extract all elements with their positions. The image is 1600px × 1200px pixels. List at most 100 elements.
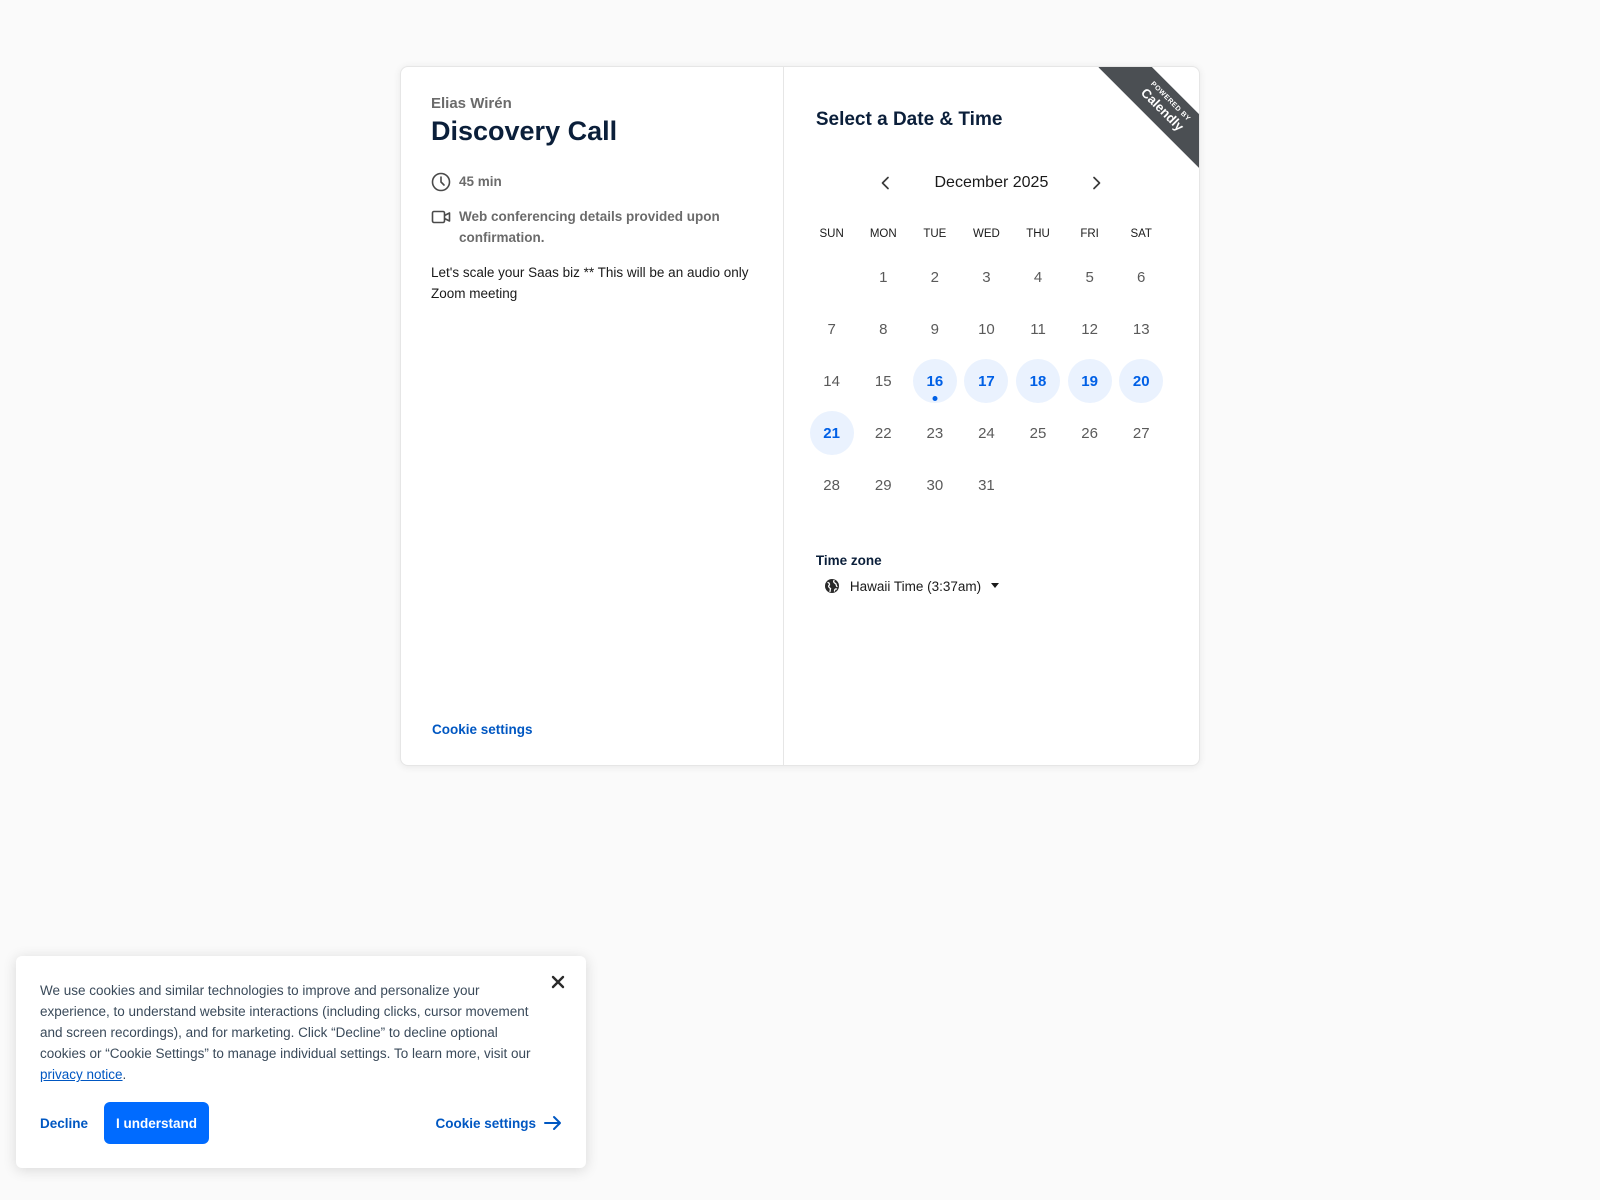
calendar-day-cell: 1 (857, 251, 909, 303)
cookie-actions: Decline I understand Cookie settings (40, 1102, 562, 1144)
timezone-value: Hawaii Time (3:37am) (849, 578, 982, 594)
unavailable-day: 6 (1137, 268, 1146, 286)
calendar-grid: SUN MON TUE WED THU FRI SAT 1 2 3 4 5 6 7 8 9 10 11 12 13 1… (806, 225, 1167, 511)
weekday-label: FRI (1080, 228, 1099, 240)
decline-button[interactable]: Decline (40, 1116, 88, 1131)
unavailable-day: 3 (982, 268, 991, 286)
calendar-day-cell: 16 (909, 355, 961, 407)
calendar-day-cell: 25 (1012, 407, 1064, 459)
available-day-button[interactable]: 20 (1119, 359, 1164, 403)
cookie-banner: We use cookies and similar technologies … (16, 956, 586, 1168)
calendar-day-cell: 31 (961, 459, 1013, 511)
unavailable-day: 10 (978, 320, 995, 338)
today-indicator (932, 396, 938, 401)
calendar-day-cell: 10 (961, 303, 1013, 355)
timezone-label: Time zone (815, 553, 882, 568)
cookie-settings-link[interactable]: Cookie settings (432, 722, 533, 737)
calendar-day-cell: 21 (806, 407, 858, 459)
duration-row: 45 min (431, 171, 753, 192)
calendar-empty-cell (806, 251, 858, 303)
conferencing-text: Web conferencing details provided upon c… (459, 209, 720, 245)
caret-down-icon (991, 583, 1000, 588)
unavailable-day: 14 (823, 372, 840, 390)
calendar-day-cell: 23 (909, 407, 961, 459)
calendar-day-cell: 2 (909, 251, 961, 303)
calendar-day-cell: 22 (857, 407, 909, 459)
calendar-day-cell: 24 (961, 407, 1013, 459)
calendar-day-cell: 8 (857, 303, 909, 355)
unavailable-day: 11 (1030, 320, 1046, 338)
calendar-day-cell: 4 (1012, 251, 1064, 303)
weekday-label: WED (973, 228, 1000, 240)
unavailable-day: 23 (926, 424, 944, 442)
privacy-notice-link[interactable]: privacy notice (40, 1067, 123, 1082)
chevron-right-icon (1093, 176, 1101, 190)
calendar-day-cell: 15 (857, 355, 909, 407)
unavailable-day: 1 (879, 268, 888, 286)
unavailable-day: 12 (1081, 320, 1098, 338)
calendar-day-cell: 30 (909, 459, 961, 511)
month-navigation: December 2025 (816, 169, 1167, 197)
date-time-panel: Select a Date & Time December 2025 SUN MO… (784, 67, 1199, 765)
globe-icon (824, 579, 839, 593)
calendar-day-cell: 28 (806, 459, 858, 511)
powered-by-calendly-badge[interactable]: POWERED BY Calendly (1096, 67, 1199, 170)
available-day-button[interactable]: 18 (1016, 359, 1061, 403)
calendar-empty-cell (1012, 459, 1064, 511)
calendar-day-cell: 7 (806, 303, 858, 355)
calendar-week: 1 2 3 4 5 6 (806, 251, 1167, 303)
cookie-message-end: . (122, 1067, 127, 1082)
i-understand-button[interactable]: I understand (104, 1102, 210, 1144)
unavailable-day: 29 (874, 476, 892, 494)
calendar-day-cell: 19 (1064, 355, 1116, 407)
host-name: Elias Wirén (431, 95, 512, 112)
weekday-label: SUN (819, 228, 844, 240)
unavailable-day: 25 (1029, 424, 1047, 442)
unavailable-day: 8 (879, 320, 888, 338)
timezone-selector[interactable]: Hawaii Time (3:37am) (824, 578, 1167, 594)
clock-icon (431, 172, 451, 192)
cookie-settings-label: Cookie settings (435, 1115, 536, 1131)
calendar-week: 14 15 16 17 18 19 20 (806, 355, 1167, 407)
cookie-message-text: We use cookies and similar technologies … (40, 983, 531, 1061)
calendar-day-cell: 20 (1115, 355, 1167, 407)
available-day-button[interactable]: 17 (964, 359, 1009, 403)
cookie-settings-button[interactable]: Cookie settings (435, 1115, 562, 1131)
available-day-button[interactable]: 21 (809, 411, 854, 455)
weekday-label: SAT (1130, 228, 1152, 240)
weekday-label: THU (1026, 228, 1050, 240)
calendar-empty-cell (1115, 459, 1167, 511)
weekday-header: SUN MON TUE WED THU FRI SAT (806, 225, 1167, 243)
calendar-day-cell: 14 (806, 355, 858, 407)
calendar-day-cell: 17 (961, 355, 1013, 407)
event-title: Discovery Call (431, 116, 618, 146)
calendar-empty-cell (1064, 459, 1116, 511)
video-camera-icon (431, 210, 451, 224)
unavailable-day: 4 (1033, 268, 1043, 286)
unavailable-day: 15 (874, 372, 892, 390)
booking-card: Elias Wirén Discovery Call 45 min Web co… (400, 66, 1200, 766)
calendar-day-cell: 11 (1012, 303, 1064, 355)
calendar-week: 21 22 23 24 25 26 27 (806, 407, 1167, 459)
event-description: Let's scale your Saas biz ** This will b… (431, 265, 749, 301)
unavailable-day: 9 (930, 320, 939, 338)
conferencing-row: Web conferencing details provided upon c… (431, 206, 753, 248)
previous-month-button[interactable] (872, 169, 900, 197)
unavailable-day: 22 (874, 424, 892, 442)
calendar-day-cell: 5 (1064, 251, 1116, 303)
calendar-days: 1 2 3 4 5 6 7 8 9 10 11 12 13 14 15 16 17 18 19 20 21 22 23 24 2… (806, 251, 1167, 511)
arrow-right-icon (544, 1116, 561, 1130)
duration-text: 45 min (459, 174, 502, 189)
unavailable-day: 24 (978, 424, 995, 442)
weekday-label: MON (869, 228, 897, 240)
calendar-day-cell: 27 (1115, 407, 1167, 459)
close-cookie-banner-button[interactable] (548, 972, 568, 992)
unavailable-day: 2 (930, 268, 939, 286)
calendar-day-cell: 29 (857, 459, 909, 511)
cookie-message: We use cookies and similar technologies … (40, 980, 546, 1085)
calendar-day-cell: 3 (961, 251, 1013, 303)
next-month-button[interactable] (1082, 169, 1110, 197)
available-day-button[interactable]: 19 (1067, 359, 1112, 403)
chevron-left-icon (882, 176, 890, 190)
event-details-panel: Elias Wirén Discovery Call 45 min Web co… (401, 67, 784, 765)
